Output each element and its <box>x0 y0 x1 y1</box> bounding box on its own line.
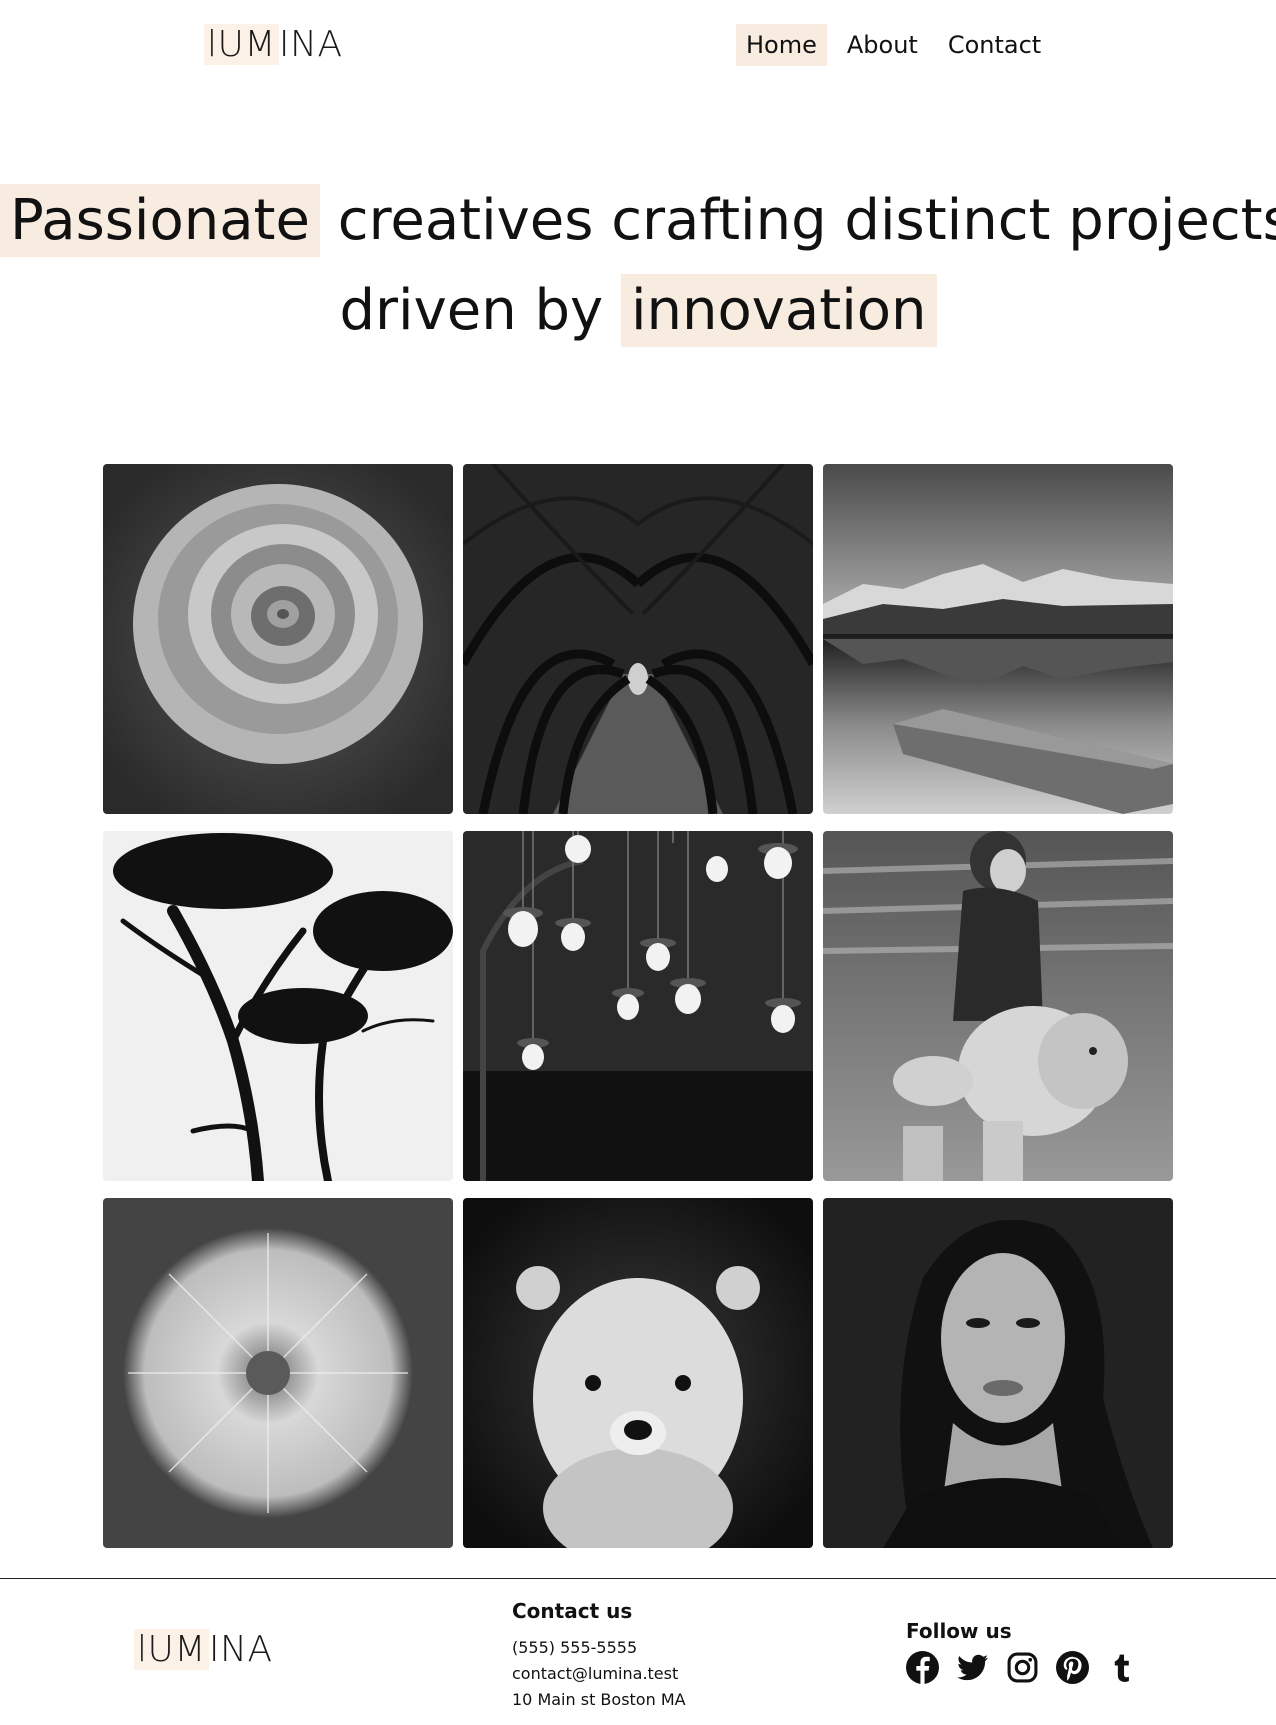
nav-home-link[interactable]: Home <box>736 24 827 66</box>
hero-line-1: Passionate creatives crafting distinct p… <box>0 176 1276 266</box>
nav-contact-link[interactable]: Contact <box>938 24 1051 66</box>
main-nav: Home About Contact <box>736 24 1051 66</box>
hero-highlight-passionate: Passionate <box>0 184 320 257</box>
logo-rest: INA <box>278 24 343 65</box>
follow-section: Follow us <box>906 1619 1139 1684</box>
site-footer: lUMINA Contact us (555) 555-5555 contact… <box>0 1578 1276 1725</box>
contact-title: Contact us <box>512 1599 633 1623</box>
contact-address: 10 Main st Boston MA <box>512 1690 686 1709</box>
pinterest-icon[interactable] <box>1056 1651 1089 1684</box>
rose-photo[interactable] <box>103 464 453 814</box>
brand-logo[interactable]: lUMINA <box>204 24 343 66</box>
twitter-icon[interactable] <box>956 1651 989 1684</box>
follow-title: Follow us <box>906 1619 1012 1643</box>
tumblr-icon[interactable] <box>1106 1651 1139 1684</box>
contact-phone[interactable]: (555) 555-5555 <box>512 1635 686 1661</box>
contact-section: Contact us (555) 555-5555 contact@lumina… <box>512 1599 686 1713</box>
site-header: lUMINA Home About Contact <box>0 0 1276 100</box>
trees-silhouette-photo[interactable] <box>103 831 453 1181</box>
footer-logo-rest: INA <box>208 1629 273 1670</box>
nav-about-link[interactable]: About <box>837 24 928 66</box>
photo-gallery <box>103 464 1173 1548</box>
polar-bear-cub-photo[interactable] <box>463 1198 813 1548</box>
logo-highlight: lUM <box>204 24 279 65</box>
hero-highlight-innovation: innovation <box>620 274 937 347</box>
facebook-icon[interactable] <box>906 1651 939 1684</box>
woman-portrait-photo[interactable] <box>823 1198 1173 1548</box>
girl-with-teddy-photo[interactable] <box>823 831 1173 1181</box>
contact-email[interactable]: contact@lumina.test <box>512 1661 686 1687</box>
tree-tunnel-photo[interactable] <box>463 464 813 814</box>
mountain-lake-photo[interactable] <box>823 464 1173 814</box>
footer-logo[interactable]: lUMINA <box>134 1629 273 1671</box>
hero-heading: Passionate creatives crafting distinct p… <box>0 176 1276 356</box>
hero-text-2: driven by <box>339 278 604 343</box>
hanging-bulbs-photo[interactable] <box>463 831 813 1181</box>
hero-line-2: driven by innovation <box>0 266 1276 356</box>
dandelion-photo[interactable] <box>103 1198 453 1548</box>
social-links <box>906 1651 1139 1684</box>
hero-text-1: creatives crafting distinct projects, <box>337 188 1276 253</box>
footer-logo-highlight: lUM <box>134 1629 209 1670</box>
instagram-icon[interactable] <box>1006 1651 1039 1684</box>
